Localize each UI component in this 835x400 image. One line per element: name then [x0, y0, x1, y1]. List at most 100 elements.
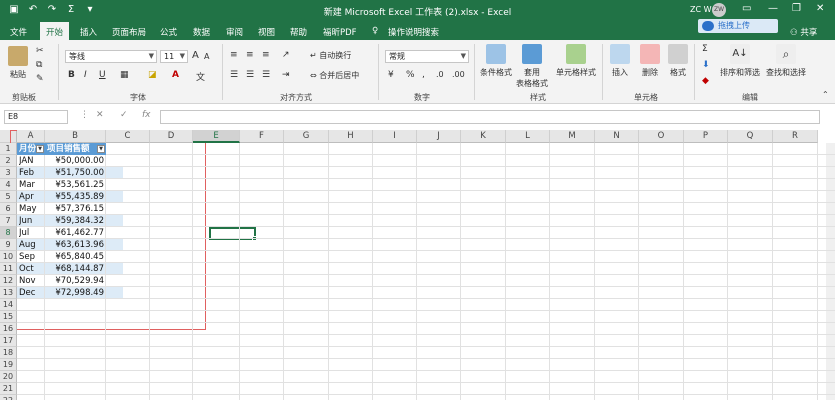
paste-button[interactable]: 粘贴 — [8, 46, 28, 80]
column-header-a[interactable]: A — [17, 130, 45, 143]
sort-filter-button[interactable]: A↓ 排序和筛选 — [720, 44, 760, 78]
format-as-table-button[interactable]: 套用 表格格式 — [516, 44, 548, 89]
cell-month[interactable]: Apr — [19, 191, 45, 203]
cell-sales[interactable]: ¥70,529.94 — [45, 275, 104, 287]
cell-sales[interactable]: ¥57,376.15 — [45, 203, 104, 215]
row-header-11[interactable]: 11 — [0, 263, 17, 275]
ribbon-options-icon[interactable]: ▭ — [742, 3, 751, 14]
cell-sales[interactable]: ¥68,144.87 — [45, 263, 104, 275]
cell-month[interactable]: JAN — [19, 155, 45, 167]
row-header-12[interactable]: 12 — [0, 275, 17, 287]
cell-month[interactable]: May — [19, 203, 45, 215]
bold-button[interactable]: B — [68, 70, 75, 80]
comma-button[interactable]: , — [422, 70, 425, 80]
column-header-h[interactable]: H — [329, 130, 373, 143]
row-header-9[interactable]: 9 — [0, 239, 17, 251]
cell-month[interactable]: Sep — [19, 251, 45, 263]
worksheet-grid[interactable]: A B C D E F G H I J K L M N O P Q R 1 2 3 4 5 6 7 8 9 10 11 12 13 14 15 1… — [0, 130, 835, 400]
column-header-r[interactable]: R — [773, 130, 818, 143]
align-top-icon[interactable]: ≡ — [230, 50, 238, 60]
cell-sales[interactable]: ¥50,000.00 — [45, 155, 104, 167]
row-header-7[interactable]: 7 — [0, 215, 17, 227]
cell-styles-button[interactable]: 单元格样式 — [556, 44, 596, 78]
cell-month[interactable]: Jul — [19, 227, 45, 239]
cut-icon[interactable]: ✂ — [36, 46, 44, 56]
column-header-p[interactable]: P — [684, 130, 728, 143]
italic-button[interactable]: I — [84, 70, 87, 80]
underline-button[interactable]: U — [99, 70, 106, 80]
font-size-select[interactable]: 11 ▼ — [160, 50, 188, 63]
cell-sales[interactable]: ¥53,561.25 — [45, 179, 104, 191]
insert-function-button[interactable]: fx — [142, 110, 151, 120]
tab-file[interactable]: 文件 — [10, 26, 27, 38]
row-header-22[interactable]: 22 — [0, 395, 17, 400]
column-header-g[interactable]: G — [284, 130, 329, 143]
merge-center-button[interactable]: ⇔ 合并后居中 — [310, 70, 359, 81]
cell-month[interactable]: Aug — [19, 239, 45, 251]
tab-page-layout[interactable]: 页面布局 — [112, 26, 146, 38]
minimize-button[interactable]: — — [768, 3, 778, 14]
wrap-text-button[interactable]: ↵ 自动换行 — [310, 50, 351, 61]
row-header-16[interactable]: 16 — [0, 323, 17, 335]
user-name[interactable]: ZC W — [690, 5, 712, 14]
tab-formulas[interactable]: 公式 — [160, 26, 177, 38]
row-header-5[interactable]: 5 — [0, 191, 17, 203]
avatar[interactable]: ZW — [712, 3, 726, 17]
filter-dropdown-icon[interactable]: ▼ — [97, 145, 105, 153]
tab-home[interactable]: 开始 — [40, 22, 70, 40]
cancel-icon[interactable]: ✕ — [96, 110, 104, 120]
decrease-decimal-icon[interactable]: .00 — [452, 70, 465, 79]
fill-icon[interactable]: ⬇ — [702, 60, 710, 70]
row-header-10[interactable]: 10 — [0, 251, 17, 263]
align-middle-icon[interactable]: ≡ — [246, 50, 254, 60]
row-header-20[interactable]: 20 — [0, 371, 17, 383]
format-cells-button[interactable]: 格式 — [668, 44, 688, 78]
font-name-select[interactable]: 等线 ▼ — [65, 50, 157, 63]
font-color-button[interactable]: A — [172, 70, 179, 80]
formula-input[interactable] — [160, 110, 820, 124]
column-header-d[interactable]: D — [150, 130, 193, 143]
tab-review[interactable]: 审阅 — [226, 26, 243, 38]
column-header-f[interactable]: F — [240, 130, 284, 143]
row-header-13[interactable]: 13 — [0, 287, 17, 299]
orientation-icon[interactable]: ↗ — [282, 50, 290, 60]
align-bottom-icon[interactable]: ≡ — [262, 50, 270, 60]
cell-month[interactable]: Dec — [19, 287, 45, 299]
column-header-e[interactable]: E — [193, 130, 240, 143]
cell-month[interactable]: Jun — [19, 215, 45, 227]
grow-font-button[interactable]: A — [192, 50, 199, 61]
align-left-icon[interactable]: ☰ — [230, 70, 238, 80]
column-header-b[interactable]: B — [45, 130, 106, 143]
column-header-k[interactable]: K — [461, 130, 506, 143]
tab-data[interactable]: 数据 — [193, 26, 210, 38]
share-button[interactable]: ⚇ 共享 — [790, 26, 817, 38]
format-painter-icon[interactable]: ✎ — [36, 74, 44, 84]
align-center-icon[interactable]: ☰ — [246, 70, 254, 80]
number-format-select[interactable]: 常规 ▼ — [385, 50, 469, 63]
conditional-format-button[interactable]: 条件格式 — [480, 44, 512, 78]
fill-color-icon[interactable]: ◪ — [148, 70, 157, 80]
enter-icon[interactable]: ✓ — [120, 110, 128, 120]
currency-button[interactable]: ¥ — [388, 70, 394, 80]
column-header-j[interactable]: J — [417, 130, 461, 143]
cell-sales[interactable]: ¥55,435.89 — [45, 191, 104, 203]
row-header-15[interactable]: 15 — [0, 311, 17, 323]
tab-help[interactable]: 帮助 — [290, 26, 307, 38]
header-cell-sales[interactable]: 项目销售额 ▼ — [45, 143, 106, 155]
phonetic-icon[interactable]: 文 — [196, 70, 205, 83]
header-cell-month[interactable]: 月份 ▼ — [17, 143, 45, 155]
cell-month[interactable]: Nov — [19, 275, 45, 287]
name-box[interactable]: E8 — [4, 110, 68, 124]
cell-sales[interactable]: ¥59,384.32 — [45, 215, 104, 227]
row-header-1[interactable]: 1 — [0, 143, 17, 155]
tell-me-search[interactable]: 操作说明搜索 — [388, 26, 439, 38]
cell-sales[interactable]: ¥61,462.77 — [45, 227, 104, 239]
column-header-o[interactable]: O — [639, 130, 684, 143]
copy-icon[interactable]: ⧉ — [36, 60, 42, 70]
cell-sales[interactable]: ¥65,840.45 — [45, 251, 104, 263]
cell-month[interactable]: Mar — [19, 179, 45, 191]
row-header-21[interactable]: 21 — [0, 383, 17, 395]
find-select-button[interactable]: ⌕ 查找和选择 — [766, 44, 806, 78]
vertical-scrollbar[interactable] — [826, 143, 835, 400]
row-header-18[interactable]: 18 — [0, 347, 17, 359]
